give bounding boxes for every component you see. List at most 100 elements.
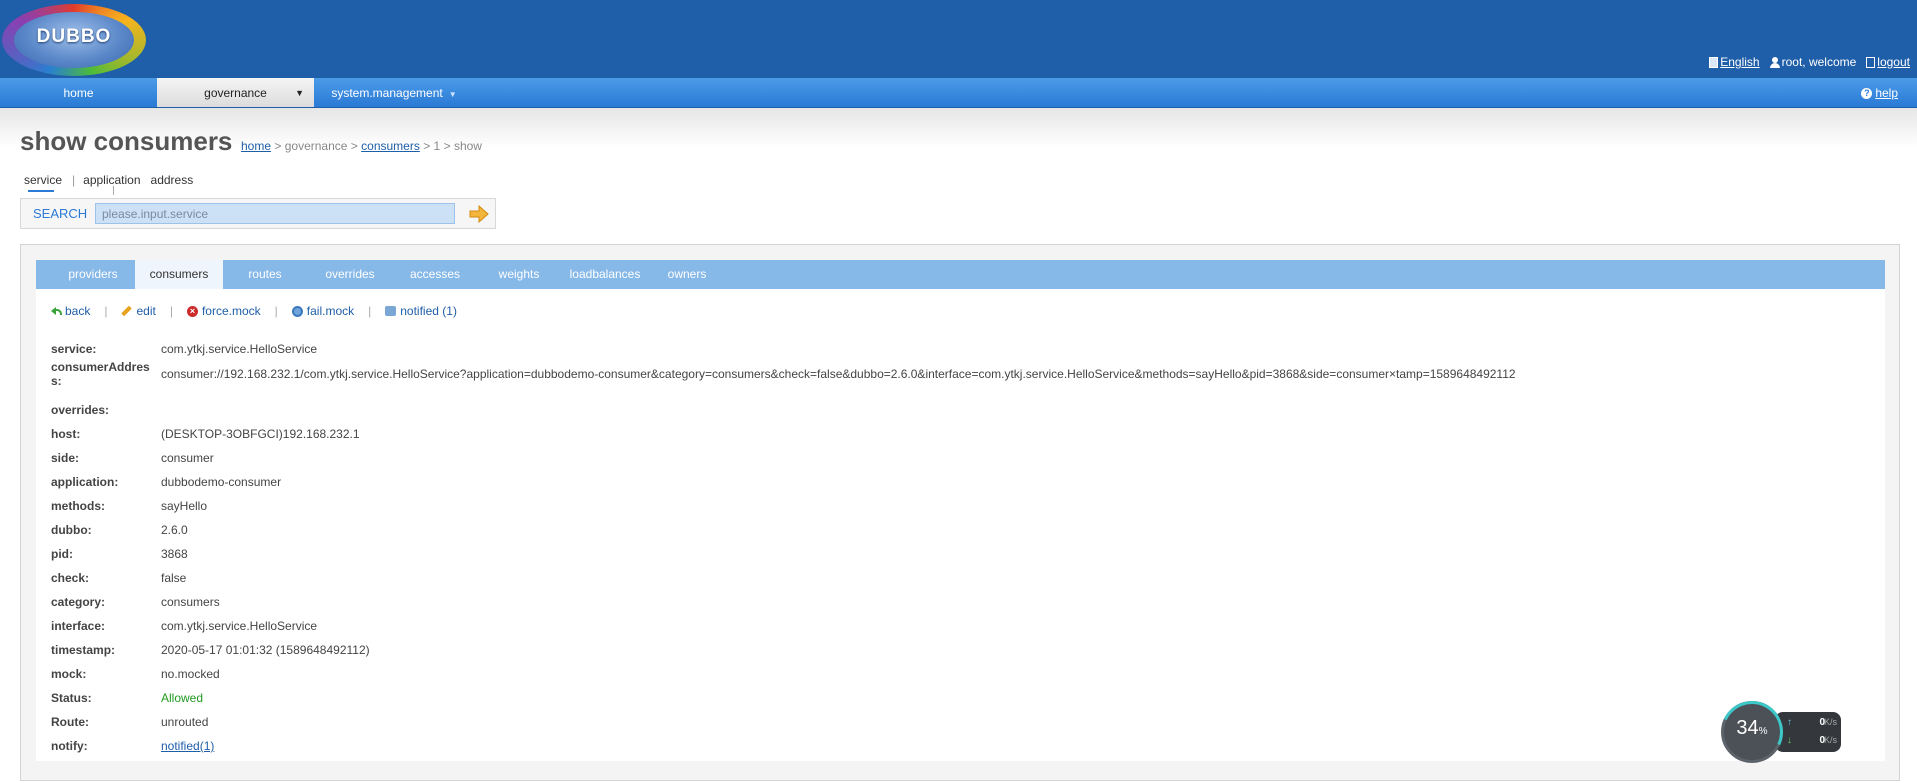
network-speed-widget[interactable]: ↑ 0 K/s ↓ 0 K/s 34% (1712, 692, 1841, 772)
tab-providers[interactable]: providers (51, 260, 135, 289)
search-tab-application[interactable]: application (83, 173, 140, 189)
dubbo-logo[interactable]: DUBBO (2, 4, 146, 76)
search-label: SEARCH (33, 206, 88, 221)
tab-consumers[interactable]: consumers (135, 260, 223, 289)
nav-system-management[interactable]: system.management ▼ (314, 78, 474, 107)
breadcrumb-home[interactable]: home (241, 139, 271, 153)
percent-unit: % (1758, 726, 1768, 737)
tab-accesses[interactable]: accesses (393, 260, 477, 289)
force-mock-label: force.mock (201, 304, 261, 318)
upload-arrow-icon: ↑ (1787, 717, 1792, 728)
detail-value: sayHello (161, 499, 208, 513)
language-label[interactable]: English (1720, 55, 1759, 69)
download-unit: K/s (1823, 735, 1837, 745)
detail-key: Route: (51, 715, 89, 729)
detail-value: unrouted (161, 715, 209, 729)
document-icon (1709, 56, 1719, 68)
search-tab-tick (113, 186, 114, 195)
percent-value: 34 (1736, 717, 1759, 739)
tab-owners[interactable]: owners (649, 260, 725, 289)
detail-value: consumer://192.168.232.1/com.ytkj.servic… (161, 367, 1516, 381)
content-inner: providers consumers routes overrides acc… (36, 260, 1885, 761)
detail-key: service: (51, 342, 97, 356)
nav-system-management-label: system.management (331, 86, 443, 100)
detail-value: no.mocked (161, 667, 220, 681)
detail-key: category: (51, 595, 106, 609)
back-label: back (65, 304, 91, 318)
detail-key: side: (51, 451, 80, 465)
fail-mock-button[interactable]: fail.mock (291, 304, 355, 318)
search-tab-gap (141, 173, 151, 189)
action-separator: | (169, 304, 173, 318)
welcome: root, welcome (1769, 55, 1857, 69)
top-header: DUBBO English root, welcome logout (0, 0, 1917, 78)
search-go-arrow-icon[interactable] (468, 205, 490, 223)
detail-key: pid: (51, 547, 73, 561)
breadcrumb-separator: > (350, 139, 358, 153)
detail-value: 2.6.0 (161, 523, 188, 537)
nav-home-label: home (63, 86, 94, 100)
detail-key: host: (51, 427, 81, 441)
detail-value: consumers (161, 595, 220, 609)
help-icon: ? (1861, 87, 1873, 99)
cpu-usage-percent: 34% (1721, 717, 1783, 740)
search-box: SEARCH (20, 198, 496, 229)
detail-key: application: (51, 475, 119, 489)
breadcrumb-governance: governance (284, 139, 348, 153)
logout-link[interactable]: logout (1866, 55, 1910, 69)
nav-governance[interactable]: governance ▼ (157, 78, 314, 107)
breadcrumb-separator: > (274, 139, 282, 153)
content-panel: providers consumers routes overrides acc… (20, 244, 1900, 781)
detail-value: false (161, 571, 187, 585)
tab-overrides[interactable]: overrides (307, 260, 393, 289)
notified-label: notified (1) (400, 304, 457, 318)
detail-key: notify: (51, 739, 88, 753)
detail-key: interface: (51, 619, 106, 633)
fail-mock-label: fail.mock (306, 304, 355, 318)
tab-loadbalances[interactable]: loadbalances (561, 260, 649, 289)
tab-weights[interactable]: weights (477, 260, 561, 289)
search-tab-active-indicator (28, 190, 54, 192)
logout-label[interactable]: logout (1877, 55, 1910, 69)
help-link[interactable]: ? help (1861, 78, 1898, 108)
speed-panel: ↑ 0 K/s ↓ 0 K/s (1775, 712, 1841, 752)
user-bar: English root, welcome logout (1709, 55, 1910, 69)
search-tab-separator: | (72, 173, 76, 187)
page-title: show consumers (20, 126, 233, 156)
upload-unit: K/s (1823, 717, 1837, 727)
action-separator: | (104, 304, 108, 318)
edit-button[interactable]: edit (121, 304, 156, 318)
detail-key: methods: (51, 499, 105, 513)
detail-key: mock: (51, 667, 87, 681)
force-mock-button[interactable]: × force.mock (186, 304, 261, 318)
caret-down-icon: ▼ (448, 90, 457, 99)
back-arrow-icon (51, 306, 62, 316)
breadcrumb: home > governance > consumers > 1 > show (241, 139, 482, 153)
action-separator: | (274, 304, 278, 318)
search-tab-service[interactable]: service (24, 173, 62, 189)
detail-key: dubbo: (51, 523, 92, 537)
breadcrumb-id: 1 (433, 139, 441, 153)
back-button[interactable]: back (51, 304, 90, 318)
search-input[interactable] (95, 203, 455, 224)
download-arrow-icon: ↓ (1787, 735, 1792, 746)
detail-value: com.ytkj.service.HelloService (161, 619, 318, 633)
notified-button[interactable]: notified (1) (385, 304, 457, 318)
nav-home[interactable]: home (0, 78, 157, 107)
tab-routes[interactable]: routes (223, 260, 307, 289)
detail-key: consumerAddress: (51, 360, 150, 388)
breadcrumb-separator: > (423, 139, 431, 153)
detail-value: (DESKTOP-3OBFGCI)192.168.232.1 (161, 427, 360, 441)
edit-label: edit (136, 304, 156, 318)
logo-text: DUBBO (36, 26, 112, 47)
notify-link[interactable]: notified(1) (161, 739, 214, 753)
detail-key: check: (51, 571, 90, 585)
breadcrumb-consumers[interactable]: consumers (361, 139, 420, 153)
detail-value: dubbodemo-consumer (161, 475, 282, 489)
search-tab-address[interactable]: address (151, 173, 194, 189)
language-link[interactable]: English (1709, 55, 1760, 69)
welcome-text: root, welcome (1781, 55, 1857, 69)
notification-icon (385, 306, 397, 316)
detail-value: 2020-05-17 01:01:32 (1589648492112) (161, 643, 370, 657)
breadcrumb-separator: > (443, 139, 451, 153)
